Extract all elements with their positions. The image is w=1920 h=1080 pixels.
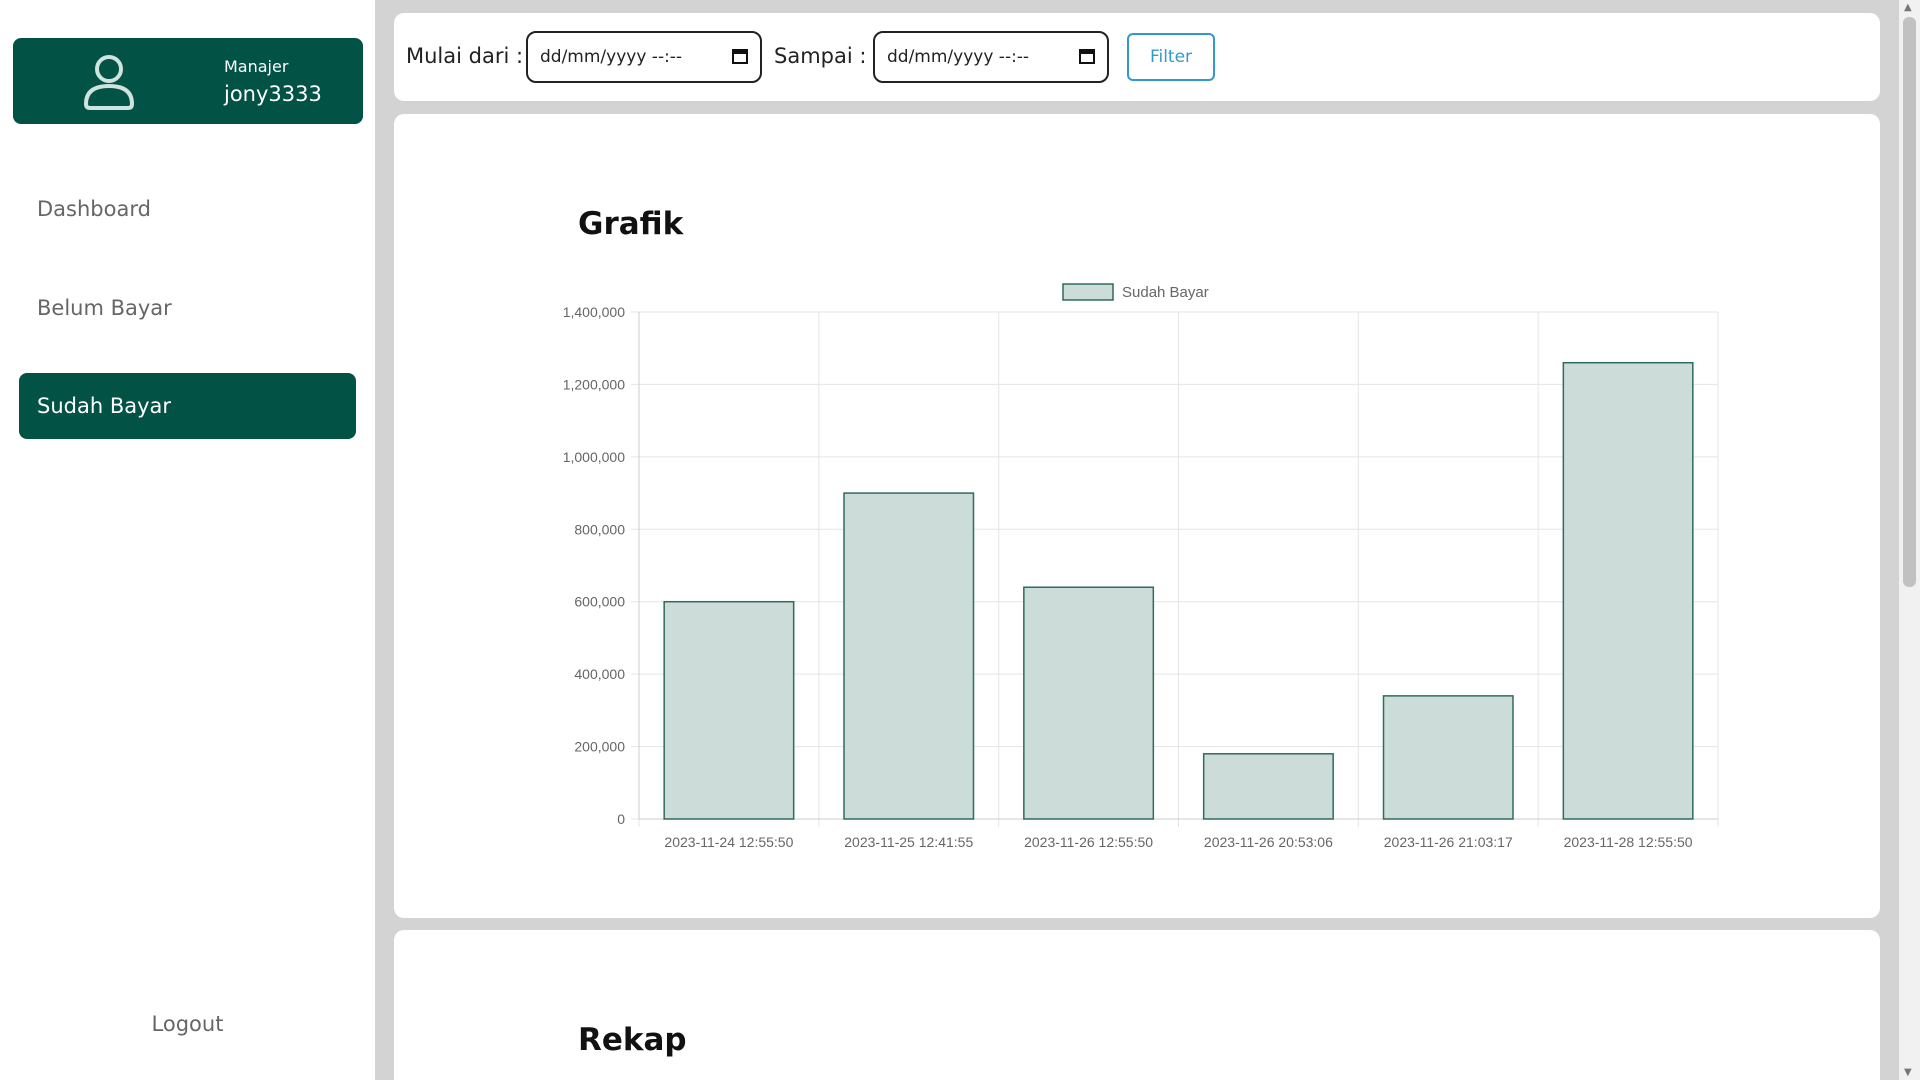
scroll-up-arrow-icon[interactable]: ▲	[1904, 2, 1912, 13]
sidebar: Manajer jony3333 Dashboard Belum Bayar S…	[0, 0, 375, 1080]
x-tick-label: 2023-11-26 21:03:17	[1384, 834, 1513, 850]
x-tick-label: 2023-11-24 12:55:50	[664, 834, 793, 850]
username: jony3333	[224, 82, 322, 106]
bar-chart: 0 200,000 400,000 600,000 800,000 1,000,000 1,…	[563, 283, 1719, 850]
y-tick-label: 600,000	[574, 594, 625, 610]
bar	[843, 492, 975, 820]
x-tick-label: 2023-11-26 20:53:06	[1204, 834, 1333, 850]
sidebar-item-sudah-bayar[interactable]: Sudah Bayar	[19, 373, 356, 439]
sidebar-item-belum-bayar[interactable]: Belum Bayar	[19, 275, 356, 341]
legend-swatch	[1062, 283, 1114, 301]
from-date-input[interactable]: dd/mm/yyyy --:--	[526, 31, 762, 83]
filter-bar: Mulai dari : dd/mm/yyyy --:-- Sampai : d…	[394, 13, 1880, 101]
filter-button[interactable]: Filter	[1127, 33, 1215, 81]
x-tick-label: 2023-11-26 12:55:50	[1024, 834, 1153, 850]
user-role: Manajer	[224, 57, 289, 76]
y-tick-label: 800,000	[574, 521, 625, 537]
sidebar-item-dashboard[interactable]: Dashboard	[19, 176, 356, 242]
to-label: Sampai :	[774, 44, 867, 68]
bar	[1023, 586, 1155, 820]
y-tick-label: 1,400,000	[563, 304, 625, 320]
y-tick-label: 0	[617, 811, 625, 827]
y-tick-label: 1,000,000	[563, 449, 625, 465]
from-label: Mulai dari :	[406, 44, 524, 68]
bar	[1562, 361, 1694, 820]
y-tick-label: 200,000	[574, 739, 625, 755]
scroll-down-arrow-icon[interactable]: ▼	[1904, 1067, 1912, 1078]
chart-card: Grafik 0 200,000 400,000 600,000 800,000 1,00…	[394, 114, 1880, 918]
bar	[1202, 753, 1334, 820]
y-tick-label: 400,000	[574, 666, 625, 682]
scroll-thumb[interactable]	[1903, 17, 1916, 587]
legend-label: Sudah Bayar	[1122, 284, 1209, 301]
profile-card: Manajer jony3333	[13, 38, 363, 124]
x-tick-label: 2023-11-25 12:41:55	[844, 834, 973, 850]
scrollbar[interactable]: ▲ ▼	[1899, 0, 1920, 1080]
rekap-title: Rekap	[578, 1022, 687, 1058]
y-tick-label: 1,200,000	[563, 376, 625, 392]
calendar-icon[interactable]	[732, 48, 748, 64]
from-date-placeholder: dd/mm/yyyy --:--	[540, 47, 683, 67]
rekap-card: Rekap	[394, 930, 1880, 1080]
bar	[1382, 695, 1514, 820]
user-icon	[83, 55, 135, 110]
bar	[663, 600, 795, 820]
logout-button[interactable]: Logout	[0, 1012, 375, 1036]
x-tick-label: 2023-11-28 12:55:50	[1564, 834, 1693, 850]
to-date-input[interactable]: dd/mm/yyyy --:--	[873, 31, 1109, 83]
to-date-placeholder: dd/mm/yyyy --:--	[887, 47, 1030, 67]
calendar-icon[interactable]	[1079, 48, 1095, 64]
